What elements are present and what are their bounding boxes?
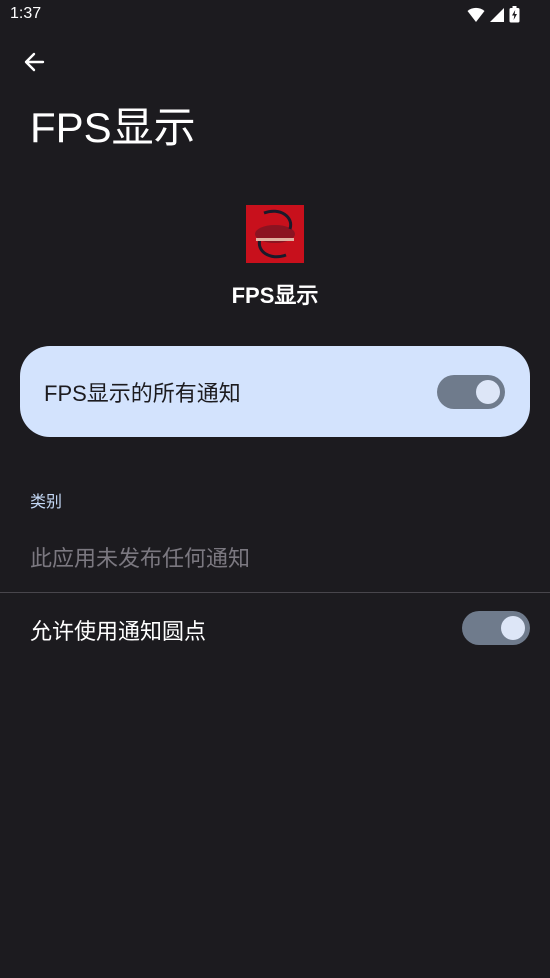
arrow-left-icon xyxy=(23,51,45,77)
page-title: FPS显示 xyxy=(30,104,196,151)
category-header: 类别 xyxy=(30,494,63,511)
all-notifications-label: FPS显示的所有通知 xyxy=(44,381,241,406)
all-notifications-toggle[interactable] xyxy=(437,375,505,409)
battery-charging-icon xyxy=(509,6,520,27)
notification-dot-toggle[interactable] xyxy=(462,611,530,645)
status-time: 1:37 xyxy=(10,5,42,22)
toggle-thumb xyxy=(476,380,500,404)
back-button[interactable] xyxy=(14,44,54,84)
notification-dot-row[interactable]: 允许使用通知圆点 xyxy=(0,593,550,663)
notification-dot-label: 允许使用通知圆点 xyxy=(30,619,207,644)
status-bar: 1:37 xyxy=(0,0,550,30)
toggle-thumb xyxy=(501,616,525,640)
wifi-icon xyxy=(467,7,485,27)
app-icon xyxy=(246,205,304,263)
status-icons xyxy=(467,6,520,27)
all-notifications-card[interactable]: FPS显示的所有通知 xyxy=(20,346,530,437)
no-channels-message: 此应用未发布任何通知 xyxy=(30,546,251,571)
app-name: FPS显示 xyxy=(231,283,319,308)
cellular-signal-icon xyxy=(489,7,505,27)
